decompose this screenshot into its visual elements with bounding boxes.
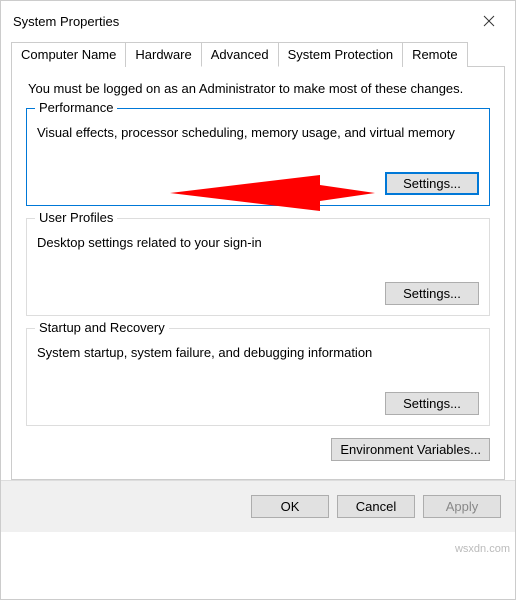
user-profiles-label: User Profiles <box>35 210 117 225</box>
window-title: System Properties <box>13 14 119 29</box>
startup-recovery-label: Startup and Recovery <box>35 320 169 335</box>
user-profiles-footer: Settings... <box>37 282 479 305</box>
tab-computer-name[interactable]: Computer Name <box>11 42 126 67</box>
startup-recovery-settings-button[interactable]: Settings... <box>385 392 479 415</box>
performance-settings-button[interactable]: Settings... <box>385 172 479 195</box>
tab-strip: Computer Name Hardware Advanced System P… <box>11 41 505 66</box>
env-row: Environment Variables... <box>26 438 490 461</box>
tab-advanced[interactable]: Advanced <box>201 42 279 67</box>
startup-recovery-footer: Settings... <box>37 392 479 415</box>
startup-recovery-desc: System startup, system failure, and debu… <box>37 345 479 362</box>
close-icon <box>483 15 495 27</box>
performance-group: Performance Visual effects, processor sc… <box>26 108 490 206</box>
user-profiles-settings-button[interactable]: Settings... <box>385 282 479 305</box>
tab-container: Computer Name Hardware Advanced System P… <box>11 41 505 480</box>
user-profiles-desc: Desktop settings related to your sign-in <box>37 235 479 252</box>
titlebar: System Properties <box>1 1 515 41</box>
performance-label: Performance <box>35 100 117 115</box>
close-button[interactable] <box>475 7 503 35</box>
performance-desc: Visual effects, processor scheduling, me… <box>37 125 479 142</box>
admin-note: You must be logged on as an Administrato… <box>26 81 490 96</box>
tab-content-advanced: You must be logged on as an Administrato… <box>11 66 505 480</box>
user-profiles-group: User Profiles Desktop settings related t… <box>26 218 490 316</box>
tab-remote[interactable]: Remote <box>402 42 468 67</box>
dialog-button-row: OK Cancel Apply <box>1 480 515 532</box>
apply-button[interactable]: Apply <box>423 495 501 518</box>
performance-footer: Settings... <box>37 172 479 195</box>
tab-system-protection[interactable]: System Protection <box>278 42 404 67</box>
environment-variables-button[interactable]: Environment Variables... <box>331 438 490 461</box>
ok-button[interactable]: OK <box>251 495 329 518</box>
cancel-button[interactable]: Cancel <box>337 495 415 518</box>
startup-recovery-group: Startup and Recovery System startup, sys… <box>26 328 490 426</box>
system-properties-dialog: System Properties Computer Name Hardware… <box>0 0 516 600</box>
watermark: wsxdn.com <box>455 543 510 555</box>
tab-hardware[interactable]: Hardware <box>125 42 201 67</box>
